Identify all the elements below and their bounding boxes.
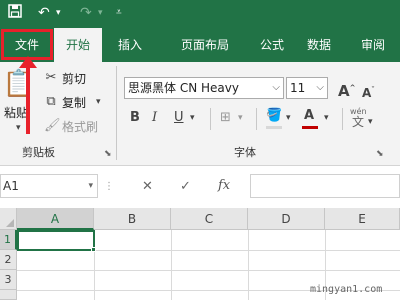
- row-header-2[interactable]: 2: [0, 250, 17, 270]
- row-header-1[interactable]: 1: [0, 230, 17, 250]
- grid-line: [17, 270, 400, 271]
- column-header-d[interactable]: D: [248, 208, 325, 230]
- clipboard-launcher-icon[interactable]: ⬊: [104, 146, 112, 162]
- redo-dropdown-icon[interactable]: ▾: [98, 4, 103, 22]
- cut-icon[interactable]: ✂: [44, 70, 58, 86]
- quick-access-toolbar: ↶ ▾ ↷ ▾ ⩡: [0, 0, 400, 28]
- row-header-3[interactable]: 3: [0, 270, 17, 290]
- copy-label[interactable]: 复制: [62, 94, 86, 111]
- format-painter-label[interactable]: 格式刷: [62, 118, 98, 135]
- undo-icon[interactable]: ↶: [38, 4, 50, 22]
- font-color-dropdown-icon[interactable]: ▾: [324, 110, 329, 126]
- select-all-button[interactable]: [0, 208, 17, 230]
- font-divider: [342, 108, 343, 130]
- save-icon[interactable]: [8, 4, 22, 23]
- underline-dropdown-icon[interactable]: ▾: [190, 110, 195, 126]
- name-box-dropdown-icon[interactable]: ▾: [88, 175, 93, 197]
- font-size-box[interactable]: 11 ⌵: [286, 77, 328, 99]
- column-header-b[interactable]: B: [94, 208, 171, 230]
- font-name-dropdown-icon[interactable]: ⌵: [272, 78, 280, 98]
- copy-icon[interactable]: ⧉: [44, 94, 58, 110]
- annotation-arrow-icon: [19, 56, 37, 68]
- font-size-dropdown-icon[interactable]: ⌵: [316, 78, 324, 98]
- cancel-icon[interactable]: ✕: [142, 179, 153, 195]
- redo-icon[interactable]: ↷: [80, 4, 92, 22]
- fill-color-dropdown-icon[interactable]: ▾: [286, 110, 291, 126]
- tab-data[interactable]: 数据: [296, 28, 342, 62]
- annotation-arrow-shaft: [26, 64, 30, 134]
- underline-button[interactable]: U: [174, 110, 184, 126]
- row-header-4[interactable]: [0, 290, 17, 300]
- copy-dropdown-icon[interactable]: ▾: [96, 94, 101, 110]
- fill-color-swatch: [266, 126, 282, 129]
- font-divider: [256, 108, 257, 130]
- undo-dropdown-icon[interactable]: ▾: [56, 4, 61, 22]
- phonetic-char[interactable]: 文: [352, 114, 364, 130]
- active-cell-a1[interactable]: [17, 230, 95, 251]
- ribbon-home: 📋 粘贴 ▾ ✂ 剪切 ⧉ 复制 ▾ 🖌 格式刷 剪贴板 ⬊ 思源黑体 CN H…: [0, 62, 400, 166]
- tab-review[interactable]: 审阅: [348, 28, 398, 62]
- borders-dropdown-icon[interactable]: ▾: [238, 110, 243, 126]
- cut-label[interactable]: 剪切: [62, 70, 86, 87]
- tab-formulas[interactable]: 公式: [250, 28, 294, 62]
- name-box[interactable]: A1 ▾: [0, 174, 98, 198]
- clipboard-group-label: 剪贴板: [22, 146, 55, 159]
- font-group-label: 字体: [234, 146, 256, 159]
- insert-function-icon[interactable]: fx: [218, 178, 230, 194]
- font-name-box[interactable]: 思源黑体 CN Heavy ⌵: [124, 77, 284, 99]
- paste-dropdown-icon[interactable]: ▾: [16, 120, 21, 136]
- bold-button[interactable]: B: [130, 110, 140, 126]
- select-all-triangle-icon: [6, 219, 14, 227]
- borders-icon[interactable]: ⊞: [220, 110, 231, 126]
- font-name-value: 思源黑体 CN Heavy: [128, 81, 239, 95]
- italic-button[interactable]: I: [152, 110, 157, 126]
- font-launcher-icon[interactable]: ⬊: [376, 146, 384, 162]
- grow-font-icon[interactable]: A^: [338, 80, 355, 99]
- font-size-value: 11: [290, 81, 306, 95]
- tab-insert[interactable]: 插入: [104, 28, 156, 62]
- column-header-e[interactable]: E: [325, 208, 400, 230]
- tab-page-layout[interactable]: 页面布局: [162, 28, 248, 62]
- paste-icon[interactable]: 📋: [2, 70, 36, 98]
- formula-input[interactable]: [250, 174, 400, 198]
- formula-bar: A1 ▾ ⋮ ✕ ✓ fx: [0, 166, 400, 208]
- column-header-a[interactable]: A: [17, 208, 94, 230]
- customize-qat-icon[interactable]: ⩡: [116, 4, 122, 22]
- group-divider: [116, 66, 117, 160]
- tab-home[interactable]: 开始: [54, 28, 102, 62]
- fill-color-icon[interactable]: 🪣: [266, 108, 282, 124]
- column-header-c[interactable]: C: [171, 208, 248, 230]
- phonetic-dropdown-icon[interactable]: ▾: [368, 114, 373, 130]
- font-color-icon[interactable]: A: [304, 108, 314, 124]
- font-color-swatch: [302, 126, 318, 129]
- shrink-font-icon[interactable]: Aˇ: [362, 82, 375, 101]
- more-icon: ⋮: [104, 181, 114, 192]
- format-painter-icon[interactable]: 🖌: [44, 118, 61, 134]
- font-divider: [210, 108, 211, 130]
- paste-label[interactable]: 粘贴: [4, 104, 28, 121]
- watermark-text: mingyan1.com: [310, 284, 383, 295]
- enter-icon[interactable]: ✓: [180, 179, 191, 195]
- fill-handle[interactable]: [91, 247, 96, 252]
